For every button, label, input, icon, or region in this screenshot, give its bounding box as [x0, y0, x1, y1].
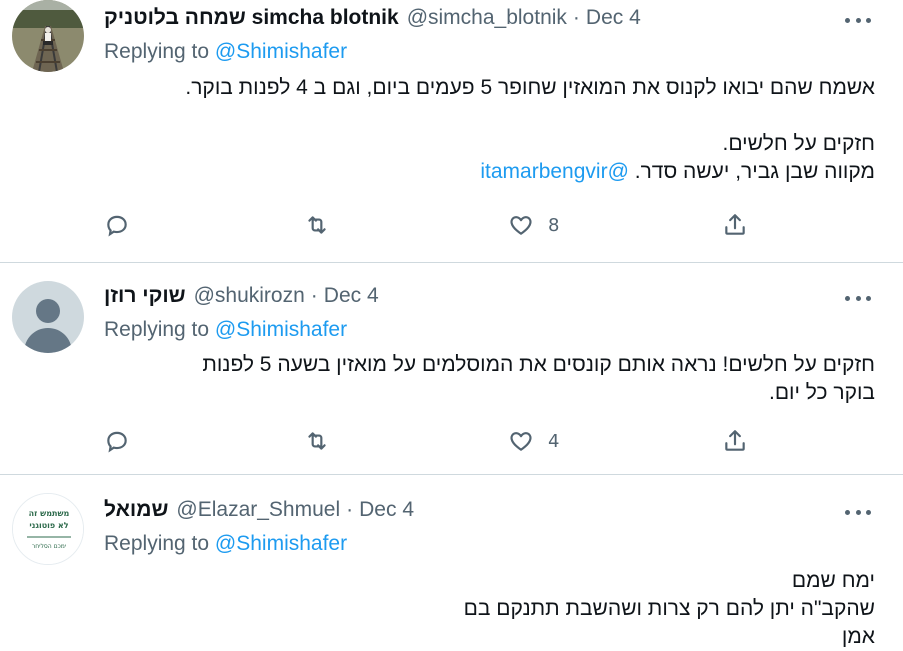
tweet-text-segment: מקווה שבן גביר, יעשה סדר. [634, 160, 875, 183]
inline-mention[interactable]: @itamarbengvir [480, 160, 629, 183]
share-button[interactable] [722, 428, 748, 454]
tweet-date[interactable]: Dec 4 [359, 498, 414, 522]
avatar-text-line: משתמש זה [29, 509, 70, 518]
tweet-date[interactable]: Dec 4 [324, 284, 379, 308]
reply-icon [107, 431, 127, 453]
tweet-header: שמואל @Elazar_Shmuel · Dec 4 [104, 496, 414, 524]
avatar-text-line: ימכם הסליחר [32, 543, 66, 550]
tweet[interactable]: משתמש זה לא פוטוגני ימכם הסליחר שמואל @E… [0, 474, 903, 648]
reply-icon [107, 215, 127, 237]
like-count: 4 [548, 430, 560, 452]
replying-to: Replying to @Shimishafer [104, 318, 347, 342]
tweet-text: אשמח שהם יבואו לקנוס את המואזין שחופר 5 … [95, 74, 875, 186]
separator-dot: · [346, 498, 354, 521]
replying-to-mention[interactable]: @Shimishafer [215, 532, 347, 555]
avatar-text-line: לא פוטוגני [29, 521, 68, 530]
more-options-icon[interactable] [845, 508, 871, 516]
share-icon [725, 214, 745, 235]
user-handle[interactable]: @Elazar_Shmuel [176, 498, 340, 522]
display-name[interactable]: שמחה בלוטניק simcha blotnik [104, 6, 399, 30]
avatar[interactable] [12, 281, 84, 353]
tweet-text-line: אשמח שהם יבואו לקנוס את המואזין שחופר 5 … [185, 76, 875, 99]
reply-button[interactable] [104, 428, 130, 454]
tweet-text-line: שהקב"ה יתן להם רק צרות ושהשבת תתנקם בם [463, 597, 875, 620]
tweet-text: חזקים על חלשים! נראה אותם קונסים את המוס… [95, 351, 875, 407]
text-logo-avatar-icon: משתמש זה לא פוטוגני ימכם הסליחר [13, 494, 83, 564]
tweet-header: שוקי רוזן @shukirozn · Dec 4 [104, 282, 379, 310]
display-name[interactable]: שוקי רוזן [104, 284, 186, 308]
tweet-date[interactable]: Dec 4 [586, 6, 641, 30]
tweet-text-line: חזקים על חלשים. [722, 132, 875, 155]
photo-avatar-railway-icon [12, 0, 84, 72]
share-icon [725, 430, 745, 451]
retweet-button[interactable] [304, 428, 330, 454]
heart-icon [510, 432, 532, 451]
tweet-header: שמחה בלוטניק simcha blotnik @simcha_blot… [104, 4, 641, 32]
tweet-text: ימח שמם שהקב"ה יתן להם רק צרות ושהשבת תת… [95, 567, 875, 651]
tweet-text-line [95, 102, 875, 130]
tweet-text-line: מקווה שבן גביר, יעשה סדר. @itamarbengvir [95, 158, 875, 186]
retweet-button[interactable] [304, 212, 330, 238]
heart-icon [510, 216, 532, 235]
default-user-avatar-icon [12, 281, 84, 353]
user-handle[interactable]: @shukirozn [194, 284, 305, 308]
tweet-text-line: חזקים על חלשים! נראה אותם קונסים את המוס… [202, 353, 875, 376]
avatar[interactable]: משתמש זה לא פוטוגני ימכם הסליחר [12, 493, 84, 565]
tweet-text-line: בוקר כל יום. [768, 381, 875, 404]
user-handle[interactable]: @simcha_blotnik [407, 6, 567, 30]
replying-to-label: Replying to [104, 40, 210, 63]
share-button[interactable] [722, 212, 748, 238]
like-button[interactable]: 4 [508, 428, 559, 454]
tweet[interactable]: שמחה בלוטניק simcha blotnik @simcha_blot… [0, 0, 903, 262]
display-name[interactable]: שמואל [104, 498, 168, 522]
replying-to-label: Replying to [104, 318, 210, 341]
replying-to-mention[interactable]: @Shimishafer [215, 318, 347, 341]
reply-button[interactable] [104, 212, 130, 238]
tweet[interactable]: שוקי רוזן @shukirozn · Dec 4 Replying to… [0, 262, 903, 475]
like-count: 8 [548, 214, 560, 236]
avatar[interactable] [12, 0, 84, 72]
more-options-icon[interactable] [845, 294, 871, 302]
tweet-actions: 4 [104, 428, 764, 456]
retweet-icon [308, 216, 326, 234]
more-options-icon[interactable] [845, 16, 871, 24]
retweet-icon [308, 432, 326, 450]
tweet-text-line: ימח שמם [791, 569, 875, 592]
replying-to-mention[interactable]: @Shimishafer [215, 40, 347, 63]
tweet-actions: 8 [104, 212, 764, 240]
replying-to-label: Replying to [104, 532, 210, 555]
like-button[interactable]: 8 [508, 212, 559, 238]
replying-to: Replying to @Shimishafer [104, 40, 347, 64]
replying-to: Replying to @Shimishafer [104, 532, 347, 556]
separator-dot: · [572, 6, 580, 29]
separator-dot: · [310, 284, 318, 307]
